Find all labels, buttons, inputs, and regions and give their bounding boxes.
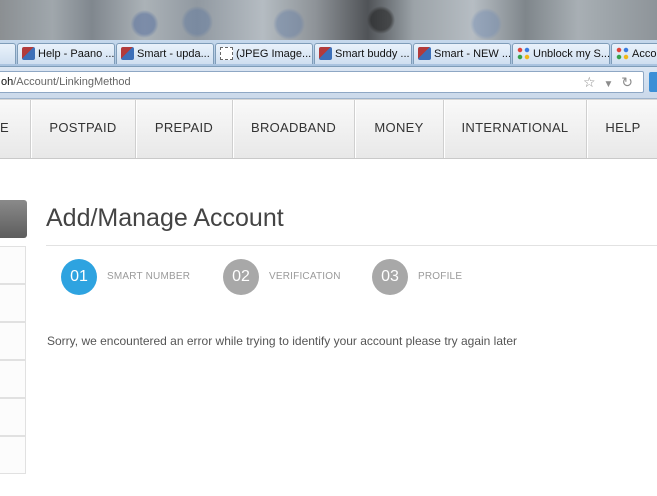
browser-tab[interactable]: Smart - upda... (116, 43, 214, 64)
browser-tab-label: Smart buddy ... (335, 48, 410, 60)
browser-tab-label: Unblock my S... (533, 48, 610, 60)
left-sidebar (0, 158, 27, 496)
url-controls: ☆ ▼ ↻ (579, 72, 633, 92)
page-title: Add/Manage Account (46, 204, 284, 232)
sidebar-item[interactable] (0, 246, 26, 284)
browser-address-bar: oh/Account/LinkingMethod ☆ ▼ ↻ (0, 67, 657, 99)
browser-tab-label: Smart - upda... (137, 48, 210, 60)
step-number-badge: 01 (61, 259, 97, 295)
step-number-badge: 02 (223, 259, 259, 295)
browser-tab-label: (JPEG Image... (236, 48, 312, 60)
browser-tab[interactable]: Unblock my S... (512, 43, 610, 64)
nav-item-partial[interactable]: E (0, 100, 30, 158)
browser-tab[interactable]: Smart - NEW ... (413, 43, 511, 64)
sidebar-item-active[interactable] (0, 200, 27, 238)
browser-tab-label: Help - Paano ... (38, 48, 115, 60)
sidebar-item[interactable] (0, 322, 26, 360)
browser-tab[interactable]: Help - Paano ... (17, 43, 115, 64)
colored-dots-icon (517, 47, 530, 60)
gem-icon (418, 47, 431, 60)
sidebar-item[interactable] (0, 398, 26, 436)
step-number-badge: 03 (372, 259, 408, 295)
nav-item-money[interactable]: MONEY (355, 100, 443, 158)
bookmark-star-icon[interactable]: ☆ (583, 72, 596, 92)
gem-icon (121, 47, 134, 60)
browser-tab[interactable]: Smart buddy ... (314, 43, 412, 64)
gem-icon (319, 47, 332, 60)
browser-tab[interactable]: Acco (611, 43, 657, 64)
nav-item-postpaid[interactable]: POSTPAID (31, 100, 135, 158)
browser-tab-label: Acco (632, 48, 657, 60)
url-host: oh (1, 76, 14, 88)
nav-item-prepaid[interactable]: PREPAID (136, 100, 232, 158)
title-divider (46, 245, 657, 246)
nav-item-broadband[interactable]: BROADBAND (233, 100, 354, 158)
colored-dots-icon (616, 47, 629, 60)
error-message: Sorry, we encountered an error while try… (47, 334, 518, 348)
browser-tab-bar: Help - Paano ... Smart - upda... (JPEG I… (0, 40, 657, 67)
step-label: SMART NUMBER (107, 271, 191, 282)
reload-icon[interactable]: ↻ (621, 72, 633, 92)
step-label: VERIFICATION (269, 271, 341, 282)
blank-page-icon (220, 47, 233, 60)
browser-tab-label: Smart - NEW ... (434, 48, 511, 60)
search-engine-icon[interactable] (649, 72, 657, 92)
browser-tab-partial[interactable] (0, 43, 16, 64)
main-navigation: E POSTPAID PREPAID BROADBAND MONEY INTER… (0, 99, 657, 159)
sidebar-item[interactable] (0, 360, 26, 398)
step-label: PROFILE (418, 271, 463, 282)
history-dropdown-icon[interactable]: ▼ (603, 75, 613, 95)
url-field[interactable]: oh/Account/LinkingMethod ☆ ▼ ↻ (0, 71, 644, 93)
url-path: /Account/LinkingMethod (13, 76, 131, 88)
gem-icon (22, 47, 35, 60)
nav-item-international[interactable]: INTERNATIONAL (444, 100, 586, 158)
desktop-background (0, 0, 657, 40)
nav-item-help[interactable]: HELP (587, 100, 657, 158)
sidebar-item[interactable] (0, 284, 26, 322)
sidebar-item[interactable] (0, 436, 26, 474)
browser-tab[interactable]: (JPEG Image... (215, 43, 313, 64)
